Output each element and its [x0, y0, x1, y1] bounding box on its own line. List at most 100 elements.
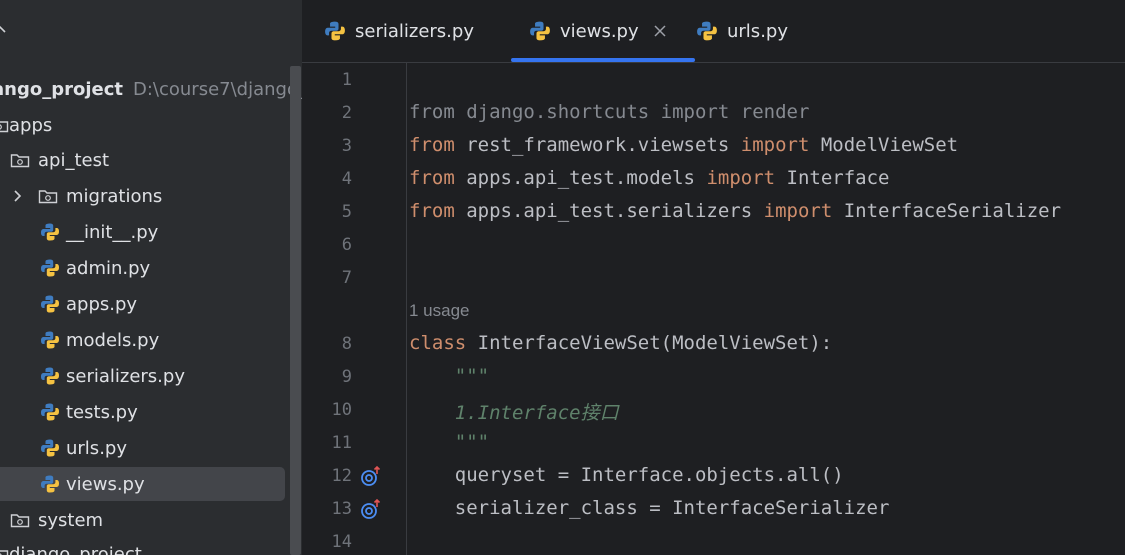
line-number: 5: [341, 202, 352, 222]
python-file-icon: [41, 439, 59, 457]
python-file-icon: [41, 367, 59, 385]
tree-item-admin-py[interactable]: admin.py: [40, 251, 302, 285]
tab-label: serializers.py: [355, 20, 474, 42]
tree-item-init-py[interactable]: __init__.py: [40, 215, 302, 249]
code-line-8[interactable]: class InterfaceViewSet(ModelViewSet):: [409, 332, 832, 354]
line-number: 13: [331, 499, 352, 519]
line-number: 6: [341, 235, 352, 255]
code-line-5[interactable]: from apps.api_test.serializers import In…: [409, 200, 1061, 222]
code-line-4[interactable]: from apps.api_test.models import Interfa…: [409, 167, 889, 189]
folder-icon: [10, 514, 30, 528]
tree-item-label: models.py: [66, 329, 160, 351]
code-line-12[interactable]: queryset = Interface.objects.all(): [409, 464, 844, 486]
tree-item-tests-py[interactable]: tests.py: [40, 395, 302, 429]
chevron-down-icon[interactable]: [0, 22, 12, 36]
keyword: from: [409, 134, 455, 156]
keyword: class: [409, 332, 467, 354]
tree-item-views-py[interactable]: views.py: [0, 467, 302, 501]
tree-item-label: django_project: [9, 543, 142, 555]
folder-icon: [0, 121, 9, 133]
folder-icon: [0, 550, 9, 555]
code-line-13[interactable]: serializer_class = InterfaceSerializer: [409, 497, 890, 519]
tree-item-apps-py[interactable]: apps.py: [40, 287, 302, 321]
tree-item-label: views.py: [66, 473, 145, 495]
project-root-name: ango_project: [0, 78, 123, 100]
tree-item-label: tests.py: [66, 401, 138, 423]
tree-item-label: apps.py: [66, 293, 138, 315]
python-file-icon: [325, 21, 345, 41]
tree-item-migrations[interactable]: migrations: [12, 179, 302, 213]
imported-name: ModelViewSet: [809, 134, 959, 156]
project-root-path: D:\course7\django_p: [133, 78, 302, 100]
code-line-10[interactable]: 1.Interface接口: [409, 398, 619, 425]
keyword: import: [763, 200, 833, 222]
line-number: 1: [341, 70, 352, 90]
python-file-icon: [41, 223, 59, 241]
usage-hint[interactable]: 1 usage: [409, 301, 470, 321]
tree-item-label: migrations: [66, 185, 163, 207]
imported-name: render: [729, 101, 810, 123]
tab-views-py[interactable]: views.py: [511, 0, 695, 62]
python-file-icon: [41, 475, 59, 493]
code-editor: serializers.py views.py urls.py 1 2 3 4 …: [302, 0, 1125, 555]
line-number: 9: [341, 367, 352, 387]
module-name: apps.api_test.serializers: [454, 200, 764, 222]
project-root-row[interactable]: ango_project D:\course7\django_p: [0, 72, 302, 106]
tree-item-models-py[interactable]: models.py: [40, 323, 302, 357]
python-file-icon: [697, 21, 717, 41]
imported-name: InterfaceSerializer: [832, 200, 1062, 222]
tree-item-urls-py[interactable]: urls.py: [40, 431, 302, 465]
tab-label: views.py: [560, 20, 639, 42]
tree-item-label: system: [38, 509, 104, 531]
sidebar-scrollbar[interactable]: [290, 66, 301, 555]
python-file-icon: [41, 259, 59, 277]
tree-item-label: urls.py: [66, 437, 127, 459]
keyword: import: [740, 134, 810, 156]
module-name: apps.api_test.models: [454, 167, 707, 189]
module-name: rest_framework.viewsets: [454, 134, 741, 156]
class-declaration: InterfaceViewSet(ModelViewSet):: [466, 332, 833, 354]
code-line-3[interactable]: from rest_framework.viewsets import Mode…: [409, 134, 958, 156]
tree-item-api-test[interactable]: api_test: [10, 143, 302, 177]
folder-icon: [38, 190, 58, 204]
line-number: 12: [331, 466, 352, 486]
override-marker-icon[interactable]: [360, 465, 382, 487]
tree-item-serializers-py[interactable]: serializers.py: [40, 359, 302, 393]
tree-item-label: admin.py: [66, 257, 151, 279]
line-number: 7: [341, 268, 352, 288]
tree-item-label: api_test: [38, 149, 110, 171]
keyword: from: [409, 101, 455, 123]
module-name: django.shortcuts: [454, 101, 661, 123]
close-icon[interactable]: [653, 24, 667, 38]
tree-item-label: serializers.py: [66, 365, 185, 387]
line-number: 8: [341, 334, 352, 354]
python-file-icon: [41, 403, 59, 421]
override-marker-icon[interactable]: [360, 498, 382, 520]
tab-serializers-py[interactable]: serializers.py: [324, 0, 474, 62]
line-number: 3: [341, 136, 352, 156]
editor-tab-bar: serializers.py views.py urls.py: [302, 0, 1125, 63]
code-line-2[interactable]: from django.shortcuts import render: [409, 101, 809, 123]
code-line-11[interactable]: """: [409, 431, 489, 453]
line-number: 11: [331, 433, 352, 453]
tree-item-apps[interactable]: apps: [0, 108, 291, 142]
tree-item-django-project[interactable]: django_project: [0, 537, 291, 555]
tab-label: urls.py: [727, 20, 788, 42]
tree-item-label: __init__.py: [66, 221, 159, 243]
keyword: from: [409, 200, 455, 222]
chevron-right-icon[interactable]: [12, 190, 24, 202]
line-number: 14: [331, 532, 352, 552]
code-line-9[interactable]: """: [409, 365, 489, 387]
gutter-divider: [406, 63, 407, 555]
python-file-icon: [41, 331, 59, 349]
tab-urls-py[interactable]: urls.py: [696, 0, 788, 62]
imported-name: Interface: [775, 167, 890, 189]
tree-item-system[interactable]: system: [10, 503, 302, 537]
line-number: 4: [341, 169, 352, 189]
python-file-icon: [41, 295, 59, 313]
keyword: import: [660, 101, 730, 123]
keyword: from: [409, 167, 455, 189]
python-file-icon: [530, 21, 550, 41]
tree-item-label: apps: [9, 114, 53, 136]
project-tree-panel: ango_project D:\course7\django_p apps ap…: [0, 0, 302, 555]
